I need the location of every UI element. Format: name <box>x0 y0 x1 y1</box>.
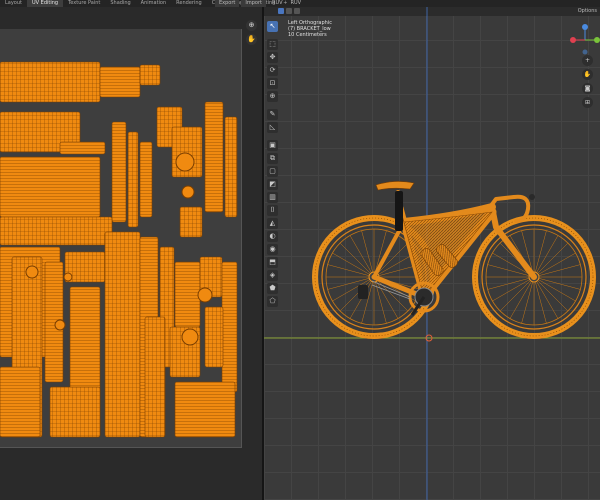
workspace-bar: Layout UV Editing Texture Paint Shading Anim… <box>0 0 600 7</box>
bike-wireframe[interactable] <box>264 7 600 500</box>
import-button[interactable]: Import <box>241 0 266 7</box>
tab-animation[interactable]: Animation <box>136 0 172 7</box>
tab-uv-editing[interactable]: UV Editing <box>27 0 64 7</box>
tab-layout[interactable]: Layout <box>0 0 27 7</box>
export-button[interactable]: Export <box>215 0 240 7</box>
uv-islands[interactable] <box>0 7 262 500</box>
ruv-button-2[interactable]: RUV <box>287 0 306 7</box>
uv-editor[interactable]: ⊕ ✋ <box>0 7 262 500</box>
3d-viewport[interactable]: Options Left Orthographic (7) BRACKET_lo… <box>264 7 600 500</box>
tab-shading[interactable]: Shading <box>105 0 135 7</box>
hand-icon[interactable]: ✋ <box>246 34 257 45</box>
zoom-icon[interactable]: ⊕ <box>246 20 257 31</box>
ruv-button-1[interactable]: RUV <box>268 0 287 7</box>
uv-navigation-tools: ⊕ ✋ <box>246 20 258 45</box>
tab-rendering[interactable]: Rendering <box>171 0 207 7</box>
tab-texture-paint[interactable]: Texture Paint <box>63 0 105 7</box>
header-actions: Export Import RUV RUV <box>215 0 305 7</box>
